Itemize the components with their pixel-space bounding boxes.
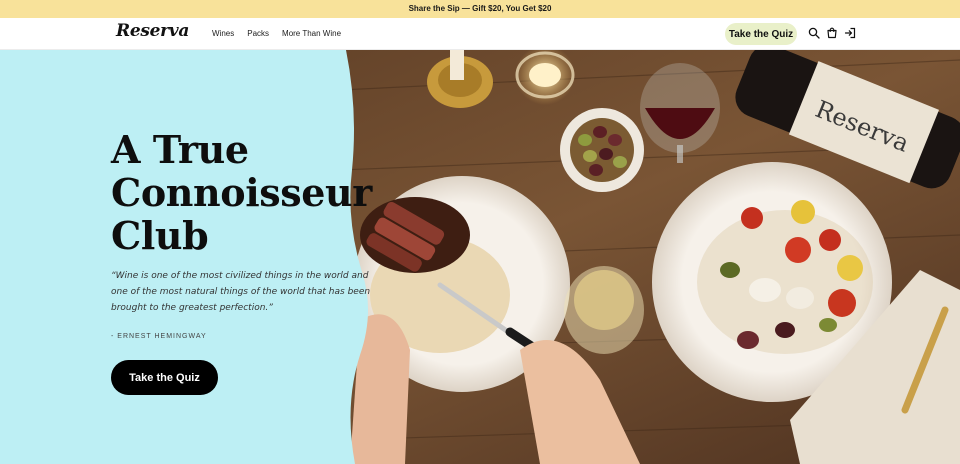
hero-section: Reserva A True Connoisseur Club “Wine is… bbox=[0, 50, 960, 464]
nav-links: Wines Packs More Than Wine bbox=[212, 29, 341, 38]
nav-link-wines[interactable]: Wines bbox=[212, 29, 234, 38]
hero-headline: A True Connoisseur Club bbox=[111, 127, 372, 258]
quote-attribution: - ERNEST HEMINGWAY bbox=[111, 333, 207, 340]
logo[interactable]: Reserva bbox=[116, 21, 189, 41]
nav-quiz-button[interactable]: Take the Quiz bbox=[725, 23, 797, 45]
announcement-bar[interactable]: Share the Sip — Gift $20, You Get $20 bbox=[0, 0, 960, 18]
announcement-text[interactable]: Share the Sip — Gift $20, You Get $20 bbox=[409, 4, 552, 13]
nav-link-more-than-wine[interactable]: More Than Wine bbox=[282, 29, 341, 38]
sign-in-icon[interactable] bbox=[844, 27, 856, 39]
take-quiz-button[interactable]: Take the Quiz bbox=[111, 360, 218, 395]
cart-icon[interactable] bbox=[826, 27, 838, 39]
hero-quote: “Wine is one of the most civilized thing… bbox=[111, 271, 371, 313]
nav-link-packs[interactable]: Packs bbox=[247, 29, 269, 38]
search-icon[interactable] bbox=[808, 27, 820, 39]
top-nav: Reserva Wines Packs More Than Wine Take … bbox=[0, 18, 960, 50]
